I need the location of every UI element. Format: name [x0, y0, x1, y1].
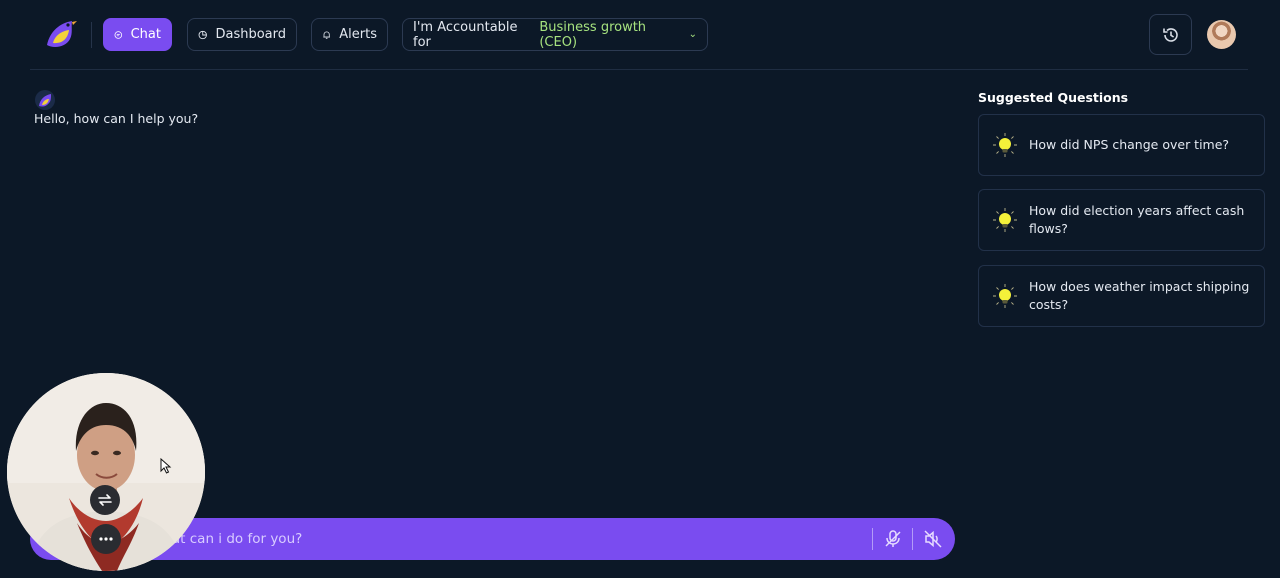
suggested-question-card[interactable]: How does weather impact shipping costs? [978, 265, 1265, 327]
suggested-question-card[interactable]: How did NPS change over time? [978, 114, 1265, 176]
chevron-down-icon: ⌄ [688, 29, 697, 40]
history-button[interactable] [1149, 14, 1192, 55]
accountable-value: Business growth (CEO) [539, 19, 647, 50]
lightbulb-icon [993, 208, 1017, 232]
more-dots-icon [99, 537, 113, 541]
input-divider [912, 528, 913, 550]
input-divider [872, 528, 873, 550]
bird-logo-icon[interactable] [42, 17, 78, 51]
accountable-prefix: I'm Accountable for [413, 19, 518, 50]
nav-dashboard-label: Dashboard [215, 27, 286, 42]
suggested-question-text: How did NPS change over time? [1029, 137, 1230, 152]
nav-alerts-label: Alerts [339, 27, 377, 42]
bell-icon [323, 30, 330, 39]
suggested-question-text: How does weather impact shipping costs? [1029, 279, 1250, 312]
mouse-cursor-icon [160, 457, 172, 474]
nav-dashboard-button[interactable]: Dashboard [187, 18, 297, 51]
lightbulb-icon [993, 284, 1017, 308]
nav-alerts-button[interactable]: Alerts [311, 18, 388, 51]
suggested-questions-title: Suggested Questions [978, 90, 1129, 105]
speaker-mute-icon[interactable] [922, 528, 944, 550]
lightbulb-icon [993, 133, 1017, 157]
suggested-question-text: How did election years affect cash flows… [1029, 203, 1245, 236]
nav-chat-button[interactable]: Chat [103, 18, 172, 51]
header-divider [30, 69, 1248, 70]
accountable-selector[interactable]: I'm Accountable for Business growth (CEO… [402, 18, 708, 51]
top-bar: Chat Dashboard Alerts I'm Accountable fo… [0, 0, 1280, 70]
more-options-button[interactable] [91, 524, 121, 554]
bot-message: Hello, how can I help you? [34, 111, 199, 126]
switch-camera-icon [98, 494, 112, 506]
bot-avatar-icon [35, 90, 55, 110]
pie-chart-icon [198, 30, 207, 39]
chat-input[interactable] [150, 518, 870, 560]
nav-chat-label: Chat [130, 27, 161, 42]
user-avatar[interactable] [1207, 20, 1236, 49]
history-icon [1162, 27, 1178, 42]
nav-divider [91, 22, 92, 48]
mic-off-icon[interactable] [882, 528, 904, 550]
switch-camera-button[interactable] [90, 485, 120, 515]
chat-bubble-icon [114, 30, 123, 39]
suggested-question-card[interactable]: How did election years affect cash flows… [978, 189, 1265, 251]
